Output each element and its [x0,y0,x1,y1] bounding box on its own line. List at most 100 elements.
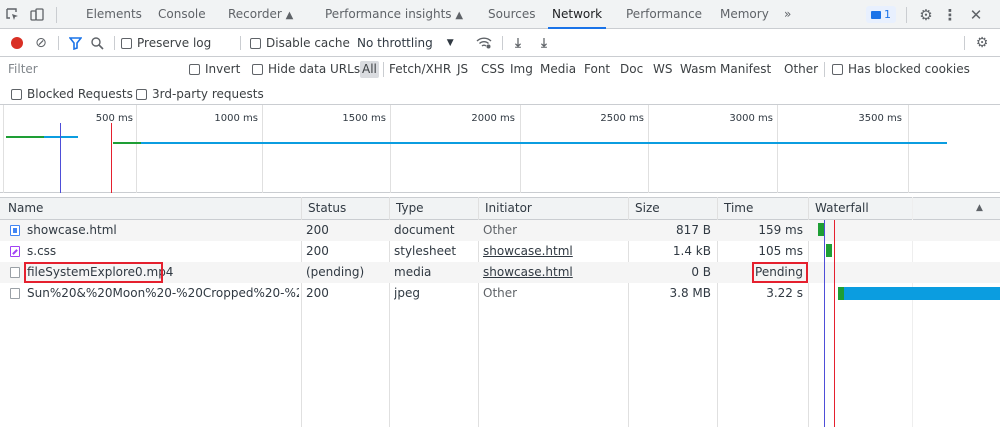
record-button[interactable] [11,37,23,49]
tab-performance[interactable]: Performance [626,0,702,29]
preserve-log-label: Preserve log [137,36,212,50]
tick-line [262,105,263,193]
tab-performance-insights-label: Performance insights [325,7,452,21]
experiment-flask-icon: ▲ [455,10,464,21]
blocked-requests-checkbox[interactable]: Blocked Requests [11,87,133,101]
clear-log-icon[interactable]: ⊘ [32,34,50,52]
tab-performance-insights[interactable]: Performance insights ▲ [325,0,463,29]
table-row[interactable]: showcase.html 200 document Other 817 B 1… [0,220,1000,241]
request-type: document [394,223,455,237]
type-filter-css[interactable]: CSS [481,61,505,78]
hide-data-urls-checkbox[interactable]: Hide data URLs [252,62,360,76]
request-initiator-link[interactable]: showcase.html [483,241,573,262]
issues-badge[interactable]: 1 [866,6,896,23]
type-filter-wasm[interactable]: Wasm [680,61,716,78]
separator [114,36,115,50]
throttling-select[interactable]: No throttling ▼ [357,35,454,51]
type-filter-fetch-xhr[interactable]: Fetch/XHR [389,61,451,78]
type-filter-media[interactable]: Media [540,61,576,78]
waterfall-load-line [834,220,835,427]
tick-label: 1000 ms [214,113,258,124]
third-party-requests-label: 3rd-party requests [152,87,264,101]
network-settings-gear-icon[interactable]: ⚙ [972,34,992,52]
column-header-status[interactable]: Status [303,198,346,219]
tab-recorder[interactable]: Recorder ▲ [228,0,293,29]
preserve-log-checkbox[interactable]: Preserve log [121,36,211,50]
network-conditions-wifi-icon[interactable] [474,34,494,52]
tick-line [390,105,391,193]
tick-label: 2000 ms [471,113,515,124]
search-icon[interactable] [88,34,106,52]
type-filter-manifest[interactable]: Manifest [720,61,771,78]
request-status: 200 [306,244,329,258]
filter-funnel-icon[interactable] [66,34,84,52]
tab-console[interactable]: Console [158,0,206,29]
column-header-name[interactable]: Name [3,198,43,219]
tick-line [520,105,521,193]
more-options-icon[interactable]: ⋮ [942,5,958,24]
domcontentloaded-marker [60,123,61,193]
tick-label: 3500 ms [858,113,902,124]
tab-network[interactable]: Network [548,0,607,29]
column-header-time[interactable]: Time [719,198,753,219]
request-initiator-link[interactable]: showcase.html [483,262,573,283]
request-name[interactable]: Sun%20&%20Moon%20-%20Cropped%20-%2... [27,283,299,304]
inspect-element-icon[interactable] [4,6,22,23]
invert-checkbox[interactable]: Invert [189,62,240,76]
request-time: 3.22 s [766,286,803,300]
separator [906,7,907,23]
third-party-requests-checkbox[interactable]: 3rd-party requests [136,87,264,101]
import-har-icon[interactable]: ⤓ [510,34,526,52]
more-tabs-button[interactable]: » [784,0,791,29]
request-size: 3.8 MB [669,286,711,300]
tab-elements[interactable]: Elements [86,0,142,29]
checkbox-box [252,63,263,75]
disable-cache-checkbox[interactable]: Disable cache [250,36,350,50]
separator [56,7,57,23]
settings-gear-icon[interactable]: ⚙ [916,5,936,24]
overview-bar-image [141,142,947,144]
type-filter-all[interactable]: All [360,61,379,78]
type-filter-other[interactable]: Other [784,61,818,78]
tab-recorder-label: Recorder [228,7,282,21]
network-overview-timeline[interactable]: 500 ms 1000 ms 1500 ms 2000 ms 2500 ms 3… [0,105,1000,193]
request-time: 159 ms [758,223,803,237]
column-header-size[interactable]: Size [630,198,660,219]
type-filter-font[interactable]: Font [584,61,610,78]
request-type: media [394,265,432,279]
waterfall-domcontentloaded-line [824,220,825,427]
sort-ascending-icon[interactable]: ▲ [976,203,983,213]
type-filter-img[interactable]: Img [510,61,533,78]
separator [58,36,59,50]
column-header-waterfall[interactable]: Waterfall [810,198,869,219]
filter-input[interactable]: Filter [8,62,178,78]
close-devtools-icon[interactable]: ✕ [966,5,986,24]
invert-label: Invert [205,62,241,76]
devtools-tab-bar: Elements Console Recorder ▲ Performance … [0,0,1000,29]
export-har-icon[interactable]: ⤓ [536,34,552,52]
image-file-icon [10,288,20,299]
load-event-marker [111,123,112,193]
column-header-type[interactable]: Type [391,198,424,219]
separator [964,36,965,50]
tab-memory[interactable]: Memory [720,0,769,29]
has-blocked-cookies-checkbox[interactable]: Has blocked cookies [832,62,970,76]
table-row[interactable]: s.css 200 stylesheet showcase.html 1.4 k… [0,241,1000,262]
tick-label: 1500 ms [342,113,386,124]
request-size: 817 B [676,223,711,237]
column-header-initiator[interactable]: Initiator [480,198,532,219]
device-toolbar-icon[interactable] [28,6,46,23]
tick-line [908,105,909,193]
type-filter-ws[interactable]: WS [653,61,672,78]
tick-label: 2500 ms [600,113,644,124]
request-name[interactable]: showcase.html [27,220,297,241]
type-filter-js[interactable]: JS [457,61,468,78]
overview-bar-document [6,136,44,138]
tab-sources[interactable]: Sources [488,0,535,29]
dropdown-arrow-icon: ▼ [446,38,454,48]
table-row[interactable]: Sun%20&%20Moon%20-%20Cropped%20-%2... 20… [0,283,1000,304]
request-name[interactable]: s.css [27,241,297,262]
type-filter-doc[interactable]: Doc [620,61,643,78]
request-initiator: Other [483,223,518,237]
tick-line [648,105,649,193]
